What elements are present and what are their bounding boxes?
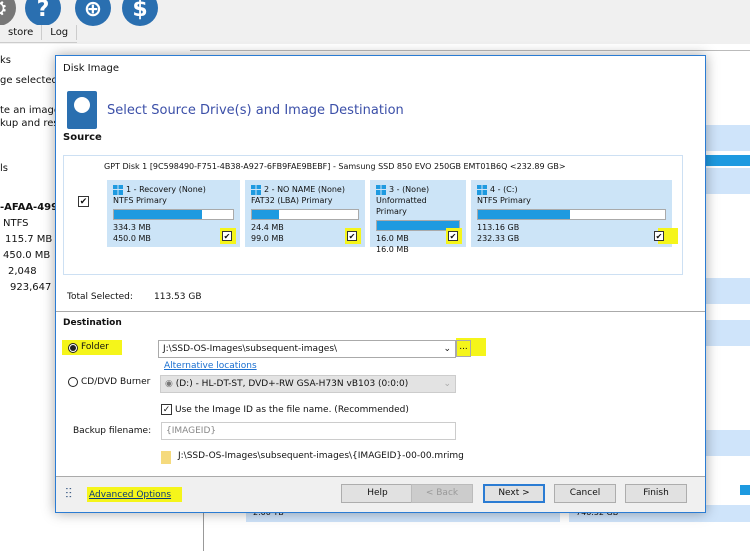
dialog-heading: Select Source Drive(s) and Image Destina… <box>107 103 404 118</box>
used-size: 24.4 MB <box>251 223 284 232</box>
usage-bar <box>251 209 359 220</box>
sliders-icon[interactable]: ⫶⫶ <box>65 486 72 502</box>
cd-combo: ◉ (D:) - HL-DT-ST, DVD+-RW GSA-H73N vB10… <box>160 375 456 393</box>
left-text: ks <box>0 55 12 66</box>
bg-row <box>705 125 750 151</box>
usage-fill <box>252 210 279 219</box>
left-text: 115.7 MB <box>5 234 53 245</box>
partition-type: Unformatted Primary <box>376 196 427 216</box>
bg-row <box>705 430 750 456</box>
gear-icon[interactable]: ⚙ <box>0 0 16 26</box>
chevron-down-icon: ⌄ <box>443 379 451 389</box>
left-text: 450.0 MB <box>3 250 51 261</box>
destination-label: Destination <box>63 318 122 328</box>
total-selected-label: Total Selected: <box>67 292 133 302</box>
cd-radio[interactable] <box>68 377 78 387</box>
disk-label: GPT Disk 1 [9C598490-F751-4B38-A927-6FB9… <box>104 162 566 171</box>
partition-tile[interactable]: 1 - Recovery (None) NTFS Primary 334.3 M… <box>107 180 240 247</box>
folder-value: J:\SSD-OS-Images\subsequent-images\ <box>163 344 338 354</box>
cd-value: (D:) - HL-DT-ST, DVD+-RW GSA-H73N vB103 … <box>175 379 409 389</box>
dollar-icon[interactable]: $ <box>122 0 158 26</box>
source-label: Source <box>63 132 102 143</box>
browse-button[interactable]: ... <box>456 340 471 357</box>
bg-bar <box>740 485 750 495</box>
disk-checkbox[interactable]: ✔ <box>78 196 89 207</box>
help-button[interactable]: Help <box>341 484 414 503</box>
left-text: NTFS <box>3 218 29 229</box>
bg-row <box>705 320 750 346</box>
usage-fill <box>478 210 570 219</box>
used-size: 334.3 MB <box>113 223 151 232</box>
tab-log[interactable]: Log <box>42 25 78 40</box>
partition-tile[interactable]: 4 - (C:) NTFS Primary 113.16 GB 232.33 G… <box>471 180 678 247</box>
backup-filename-label: Backup filename: <box>73 426 152 436</box>
divider <box>56 311 705 312</box>
cd-label[interactable]: CD/DVD Burner <box>81 377 150 387</box>
usage-fill <box>114 210 203 219</box>
left-text[interactable]: te an image <box>0 105 60 116</box>
disk-image-dialog <box>55 55 706 513</box>
cancel-button[interactable]: Cancel <box>554 484 616 503</box>
use-image-id-checkbox[interactable]: ✓ <box>161 404 172 415</box>
tab-restore[interactable]: store <box>0 25 43 40</box>
folder-radio[interactable] <box>68 343 78 353</box>
left-text: 2,048 <box>8 266 37 277</box>
backup-filename-input[interactable]: {IMAGEID} <box>161 422 456 440</box>
total-size: 16.0 MB <box>376 245 409 254</box>
total-size: 232.33 GB <box>477 234 520 243</box>
partition-name: 3 - (None) <box>376 184 460 195</box>
partition-type: NTFS Primary <box>477 196 531 205</box>
disk-image-icon <box>67 91 97 129</box>
folder-label[interactable]: Folder <box>81 342 109 352</box>
dvd-drive-icon: ◉ <box>165 379 176 389</box>
usage-bar <box>113 209 234 220</box>
app-toolbar: ⚙ ? ⊕ $ <box>0 0 750 44</box>
globe-download-icon[interactable]: ⊕ <box>75 0 111 26</box>
windows-icon <box>251 184 261 195</box>
partition-checkbox[interactable]: ✔ <box>347 231 357 241</box>
bg-row <box>705 168 750 194</box>
alternative-locations-link[interactable]: Alternative locations <box>164 361 257 371</box>
next-button[interactable]: Next > <box>483 484 545 503</box>
total-size: 99.0 MB <box>251 234 284 243</box>
windows-icon <box>477 184 487 195</box>
finish-button[interactable]: Finish <box>625 484 687 503</box>
bg-row <box>705 278 750 304</box>
usage-bar <box>477 209 666 220</box>
partition-checkbox[interactable]: ✔ <box>654 231 664 241</box>
total-selected-value: 113.53 GB <box>154 292 202 302</box>
used-size: 113.16 GB <box>477 223 520 232</box>
bg-row <box>705 155 750 166</box>
partition-type: FAT32 (LBA) Primary <box>251 196 333 205</box>
partition-tile[interactable]: 3 - (None) Unformatted Primary 16.0 MB 1… <box>370 180 466 254</box>
dialog-title: Disk Image <box>63 63 119 74</box>
windows-icon <box>376 184 386 195</box>
help-icon[interactable]: ? <box>25 0 61 26</box>
partition-type: NTFS Primary <box>113 196 167 205</box>
left-text: 923,647 <box>10 282 52 293</box>
partition-name: 2 - NO NAME (None) <box>251 184 359 195</box>
windows-icon <box>113 184 123 195</box>
partition-name: 1 - Recovery (None) <box>113 184 234 195</box>
back-button: < Back <box>411 484 473 503</box>
file-icon <box>161 451 171 464</box>
output-path: J:\SSD-OS-Images\subsequent-images\{IMAG… <box>178 451 464 461</box>
use-image-id-label[interactable]: Use the Image ID as the file name. (Reco… <box>175 405 409 415</box>
advanced-options-link[interactable]: Advanced Options <box>89 490 171 500</box>
partition-checkbox[interactable]: ✔ <box>222 231 232 241</box>
partition-checkbox[interactable]: ✔ <box>448 231 458 241</box>
partition-tile[interactable]: 2 - NO NAME (None) FAT32 (LBA) Primary 2… <box>245 180 365 247</box>
folder-combo[interactable]: J:\SSD-OS-Images\subsequent-images\ ⌄ <box>158 340 456 358</box>
left-text: ls <box>0 163 8 174</box>
chevron-down-icon: ⌄ <box>443 344 451 354</box>
app-tabs: store Log <box>0 25 78 43</box>
partition-name: 4 - (C:) <box>477 184 666 195</box>
total-size: 450.0 MB <box>113 234 151 243</box>
